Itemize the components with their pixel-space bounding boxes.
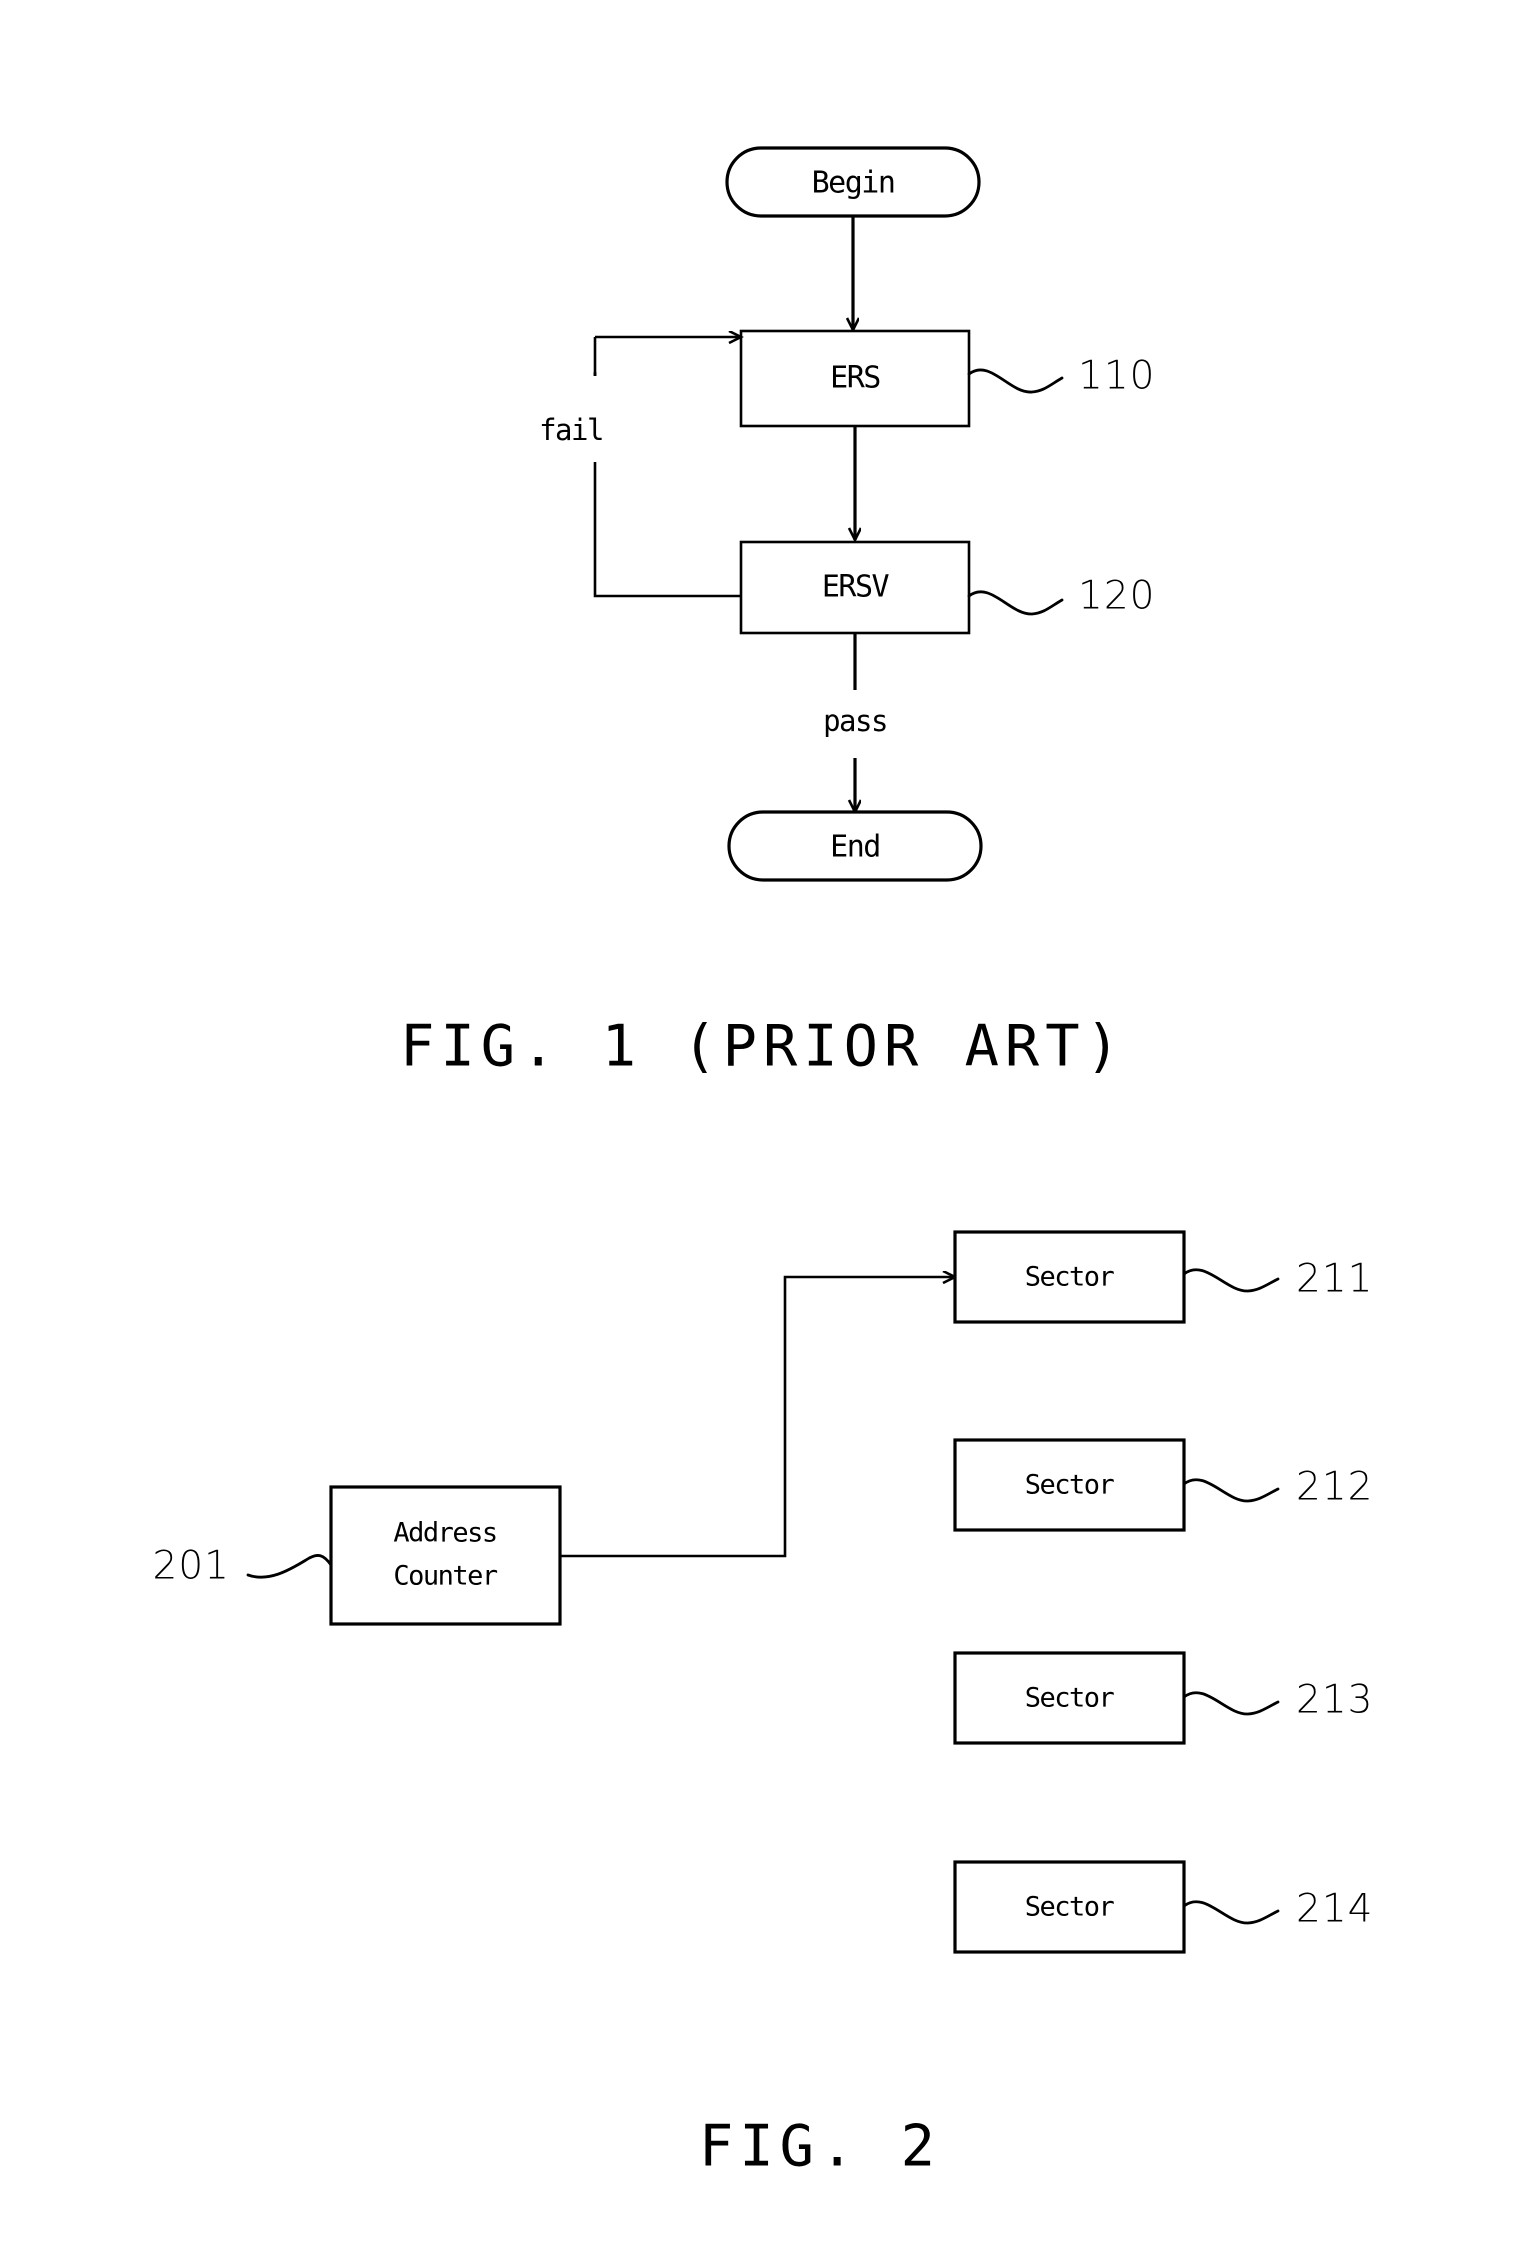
flow-node-ersv: ERSV: [739, 540, 971, 635]
sector-212-label: Sector: [1025, 1470, 1115, 1501]
block-sector-212: Sector: [953, 1438, 1186, 1532]
block-sector-211: Sector: [953, 1230, 1186, 1324]
block-address-counter: Address Counter: [329, 1485, 562, 1626]
edge-address-counter-to-sector-211: [560, 1277, 955, 1558]
ref-numeral-120: 120: [1078, 574, 1155, 619]
end-node-label: End: [830, 830, 880, 865]
ref-numeral-214: 214: [1296, 1887, 1373, 1932]
address-counter-label-line2: Counter: [393, 1561, 498, 1592]
leader-line-214: [1182, 1900, 1280, 1925]
figure-2-group: Address Counter 201 Sector 211 Sector 21…: [153, 1230, 1373, 2180]
sector-213-label: Sector: [1025, 1683, 1115, 1714]
edge-label-fail: fail: [539, 413, 603, 447]
leader-line-213: [1182, 1691, 1280, 1716]
sector-211-label: Sector: [1025, 1262, 1115, 1293]
figure-1-caption: FIG. 1 (PRIOR ART): [400, 1014, 1126, 1080]
ref-numeral-211: 211: [1296, 1257, 1373, 1302]
ref-numeral-213: 213: [1296, 1678, 1373, 1723]
ers-node-label: ERS: [830, 361, 880, 396]
ref-numeral-201: 201: [153, 1544, 230, 1589]
block-sector-213: Sector: [953, 1651, 1186, 1745]
address-counter-label-line1: Address: [393, 1518, 496, 1549]
block-sector-214: Sector: [953, 1860, 1186, 1954]
begin-node-label: Begin: [812, 166, 895, 201]
leader-line-110: [967, 368, 1064, 394]
sector-214-label: Sector: [1025, 1892, 1115, 1923]
leader-line-201: [246, 1554, 333, 1579]
edge-fail-lower-segment: [593, 462, 741, 598]
figure-1-group: Begin ERS 110 ERSV 120 fail pass End FIG…: [400, 146, 1155, 1080]
ref-numeral-110: 110: [1078, 354, 1155, 399]
leader-line-120: [967, 590, 1064, 616]
flow-node-begin: Begin: [725, 146, 981, 218]
leader-line-212: [1182, 1478, 1280, 1503]
patent-figure-sheet: Begin ERS 110 ERSV 120 fail pass End FIG…: [0, 0, 1526, 2245]
figure-2-caption: FIG. 2: [699, 2114, 941, 2180]
ref-numeral-212: 212: [1296, 1465, 1373, 1510]
ersv-node-label: ERSV: [822, 570, 890, 605]
flow-node-end: End: [727, 810, 983, 882]
flow-node-ers: ERS: [739, 329, 971, 428]
edge-label-pass: pass: [823, 704, 887, 738]
leader-line-211: [1182, 1268, 1280, 1293]
figure-canvas: Begin ERS 110 ERSV 120 fail pass End FIG…: [153, 146, 1373, 2180]
address-counter-shape: [329, 1485, 562, 1626]
